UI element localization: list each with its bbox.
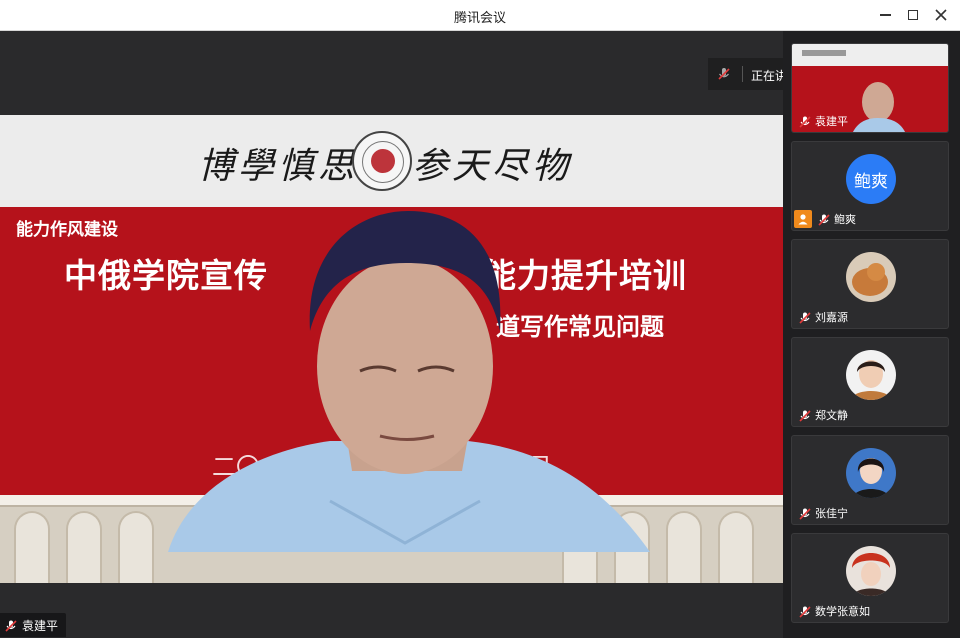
- participant-avatar: [846, 350, 896, 400]
- minimize-button[interactable]: [876, 6, 894, 24]
- participant-panel: 袁建平 鲍爽 鲍爽 刘嘉源 郑文静 张佳宁 数学张意如: [783, 31, 960, 638]
- participant-tile[interactable]: 刘嘉源: [791, 239, 949, 329]
- slide-motto-left: 博學慎思: [198, 146, 359, 187]
- portrait-photo-icon: [846, 350, 896, 400]
- participant-name: 郑文静: [815, 409, 848, 422]
- slide-headline-right: 能力提升培训: [483, 256, 687, 295]
- mic-muted-icon: [798, 310, 812, 324]
- slide-arch-decoration: [0, 495, 783, 583]
- participant-namebar: 数学张意如: [792, 602, 870, 620]
- participant-name: 数学张意如: [815, 605, 870, 618]
- participant-namebar: 鲍爽: [792, 210, 856, 228]
- participant-avatar: [846, 546, 896, 596]
- main-video-stage[interactable]: 博學慎思 参天尽物 能力作风建设 中俄学院宣传 能力提升培训 道写作常见问题 二…: [0, 31, 783, 638]
- meeting-window: 腾讯会议 博學慎思 参天尽物 能力作风建设 中俄学院宣传 能力提升培训 道写作常…: [0, 0, 960, 638]
- host-badge-icon: [794, 210, 812, 228]
- costume-photo-icon: [846, 546, 896, 596]
- stage-speaker-name: 袁建平: [22, 618, 59, 633]
- participant-avatar: 鲍爽: [846, 154, 896, 204]
- participant-tile[interactable]: 张佳宁: [791, 435, 949, 525]
- participant-namebar: 张佳宁: [792, 504, 848, 522]
- university-seal-icon: [352, 131, 412, 191]
- title-bar: 腾讯会议: [0, 0, 960, 31]
- mic-muted-icon: [4, 618, 18, 632]
- close-icon: [935, 9, 947, 21]
- participant-avatar: [846, 448, 896, 498]
- slide-header-band: 博學慎思 参天尽物: [0, 115, 783, 207]
- participant-tile[interactable]: 郑文静: [791, 337, 949, 427]
- slide-tag: 能力作风建设: [16, 220, 118, 240]
- slide-title-band: 能力作风建设 中俄学院宣传 能力提升培训 道写作常见问题 二〇 月: [0, 207, 783, 583]
- minimize-icon: [879, 14, 891, 16]
- participant-name: 刘嘉源: [815, 311, 848, 324]
- participant-name: 袁建平: [815, 115, 848, 128]
- slide-headline-left: 中俄学院宣传: [64, 256, 268, 295]
- mic-muted-icon: [798, 506, 812, 520]
- participant-namebar: 刘嘉源: [792, 308, 848, 326]
- participant-tile[interactable]: 数学张意如: [791, 533, 949, 623]
- participant-avatar: [846, 252, 896, 302]
- slide-motto-right: 参天尽物: [412, 146, 573, 187]
- mic-muted-icon[interactable]: [716, 66, 732, 86]
- participant-name: 张佳宁: [815, 507, 848, 520]
- stage-speaker-namebar: 袁建平: [0, 613, 67, 637]
- mic-muted-icon: [798, 114, 812, 128]
- shared-slide: 博學慎思 参天尽物 能力作风建设 中俄学院宣传 能力提升培训 道写作常见问题 二…: [0, 115, 783, 583]
- cat-photo-icon: [846, 252, 896, 302]
- mic-muted-icon: [817, 212, 831, 226]
- participant-namebar: 郑文静: [792, 406, 848, 424]
- slide-date-right: 月: [528, 453, 552, 481]
- maximize-icon: [908, 10, 918, 20]
- window-title: 腾讯会议: [453, 11, 506, 26]
- mic-muted-icon: [798, 604, 812, 618]
- mic-muted-icon: [798, 408, 812, 422]
- participant-name: 鲍爽: [834, 213, 856, 226]
- maximize-button[interactable]: [904, 6, 922, 24]
- participant-tile[interactable]: 袁建平: [791, 43, 949, 133]
- close-button[interactable]: [932, 6, 950, 24]
- portrait-photo-icon: [846, 448, 896, 498]
- slide-date-left: 二〇: [212, 453, 260, 481]
- participant-namebar: 袁建平: [792, 112, 848, 130]
- slide-subtitle: 道写作常见问题: [496, 312, 664, 341]
- participant-tile[interactable]: 鲍爽 鲍爽: [791, 141, 949, 231]
